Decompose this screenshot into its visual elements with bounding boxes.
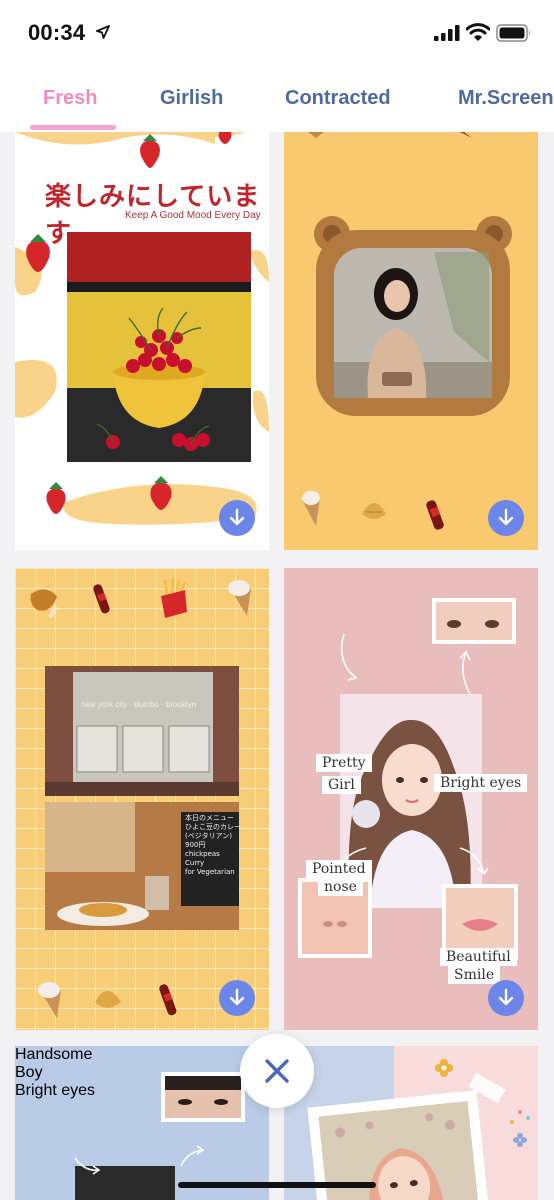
template-card-cherries[interactable]: 楽しみにしています Keep A Good Mood Every Day: [15, 132, 269, 550]
strawberry-sticker: [140, 134, 160, 168]
template-card-floral[interactable]: [284, 1046, 538, 1200]
cafe-menu-photo: 本日のメニュー ひよこ豆のカレー (ベジタリアン) 900円 chickpeas…: [45, 802, 239, 930]
label-nose: nose: [318, 878, 363, 896]
menu-line: 本日のメニュー: [185, 814, 234, 822]
active-tab-indicator: [30, 125, 116, 130]
download-button[interactable]: [219, 980, 255, 1016]
location-icon: [96, 25, 110, 39]
tab-contracted[interactable]: Contracted: [285, 87, 391, 110]
menu-line: for Vegetarian: [185, 868, 235, 876]
chalkboard-menu: 本日のメニュー ひよこ豆のカレー (ベジタリアン) 900円 chickpeas…: [185, 814, 239, 877]
card-subtitle: Keep A Good Mood Every Day: [125, 210, 261, 221]
status-time: 00:34: [28, 20, 86, 45]
strawberry-sticker: [150, 476, 172, 510]
portrait-collage: [74, 1072, 245, 1200]
download-button[interactable]: [488, 500, 524, 536]
close-button[interactable]: [240, 1034, 314, 1108]
label-beautiful: Beautiful: [440, 948, 517, 966]
label-pointed: Pointed: [306, 860, 372, 878]
menu-line: ひよこ豆のカレー: [185, 823, 239, 831]
template-card-pretty-girl[interactable]: Pretty Girl Bright eyes Pointed nose Bea…: [284, 568, 538, 1030]
signal-icon: [434, 25, 460, 41]
strawberry-sticker: [46, 482, 66, 514]
app-screen: 00:34 Fresh Girlish Contracted Mr.Screen: [0, 0, 554, 1200]
menu-line: (ベジタリアン): [185, 832, 233, 840]
tab-girlish[interactable]: Girlish: [160, 87, 223, 110]
download-icon: [229, 988, 245, 1006]
window-lettering: new york city · dumbo · brooklyn: [81, 700, 197, 709]
menu-line: chickpeas Curry: [185, 850, 220, 867]
food-stickers: [30, 577, 251, 1018]
download-button[interactable]: [488, 980, 524, 1016]
template-card-bear-frame[interactable]: [284, 132, 538, 550]
wifi-icon: [466, 23, 490, 41]
tab-fresh[interactable]: Fresh: [43, 87, 97, 110]
tab-mr-screen[interactable]: Mr.Screen: [458, 87, 554, 110]
close-icon: [265, 1059, 289, 1083]
home-indicator[interactable]: [178, 1182, 376, 1188]
category-tabs: Fresh Girlish Contracted Mr.Screen: [0, 66, 554, 132]
download-icon: [498, 988, 514, 1006]
label-pretty: Pretty: [316, 754, 372, 772]
label-girl: Girl: [322, 776, 361, 794]
download-button[interactable]: [219, 500, 255, 536]
bear-frame-artwork: [302, 132, 512, 530]
cherry-bowl-photo: [67, 232, 251, 462]
status-bar: 00:34: [0, 0, 554, 66]
template-card-cafe[interactable]: new york city · dumbo · brooklyn 本日のメニュー…: [15, 568, 269, 1030]
battery-icon: [496, 24, 530, 42]
floral-collage: [284, 1046, 538, 1200]
download-icon: [229, 508, 245, 526]
download-icon: [498, 508, 514, 526]
strawberry-sticker: [218, 132, 232, 144]
cafe-window-photo: new york city · dumbo · brooklyn: [45, 666, 239, 796]
menu-line: 900円: [185, 841, 206, 849]
label-bright-eyes: Bright eyes: [434, 774, 528, 792]
label-smile: Smile: [448, 966, 501, 984]
template-card-handsome-boy[interactable]: Handsome Boy Bright eyes: [15, 1046, 269, 1200]
